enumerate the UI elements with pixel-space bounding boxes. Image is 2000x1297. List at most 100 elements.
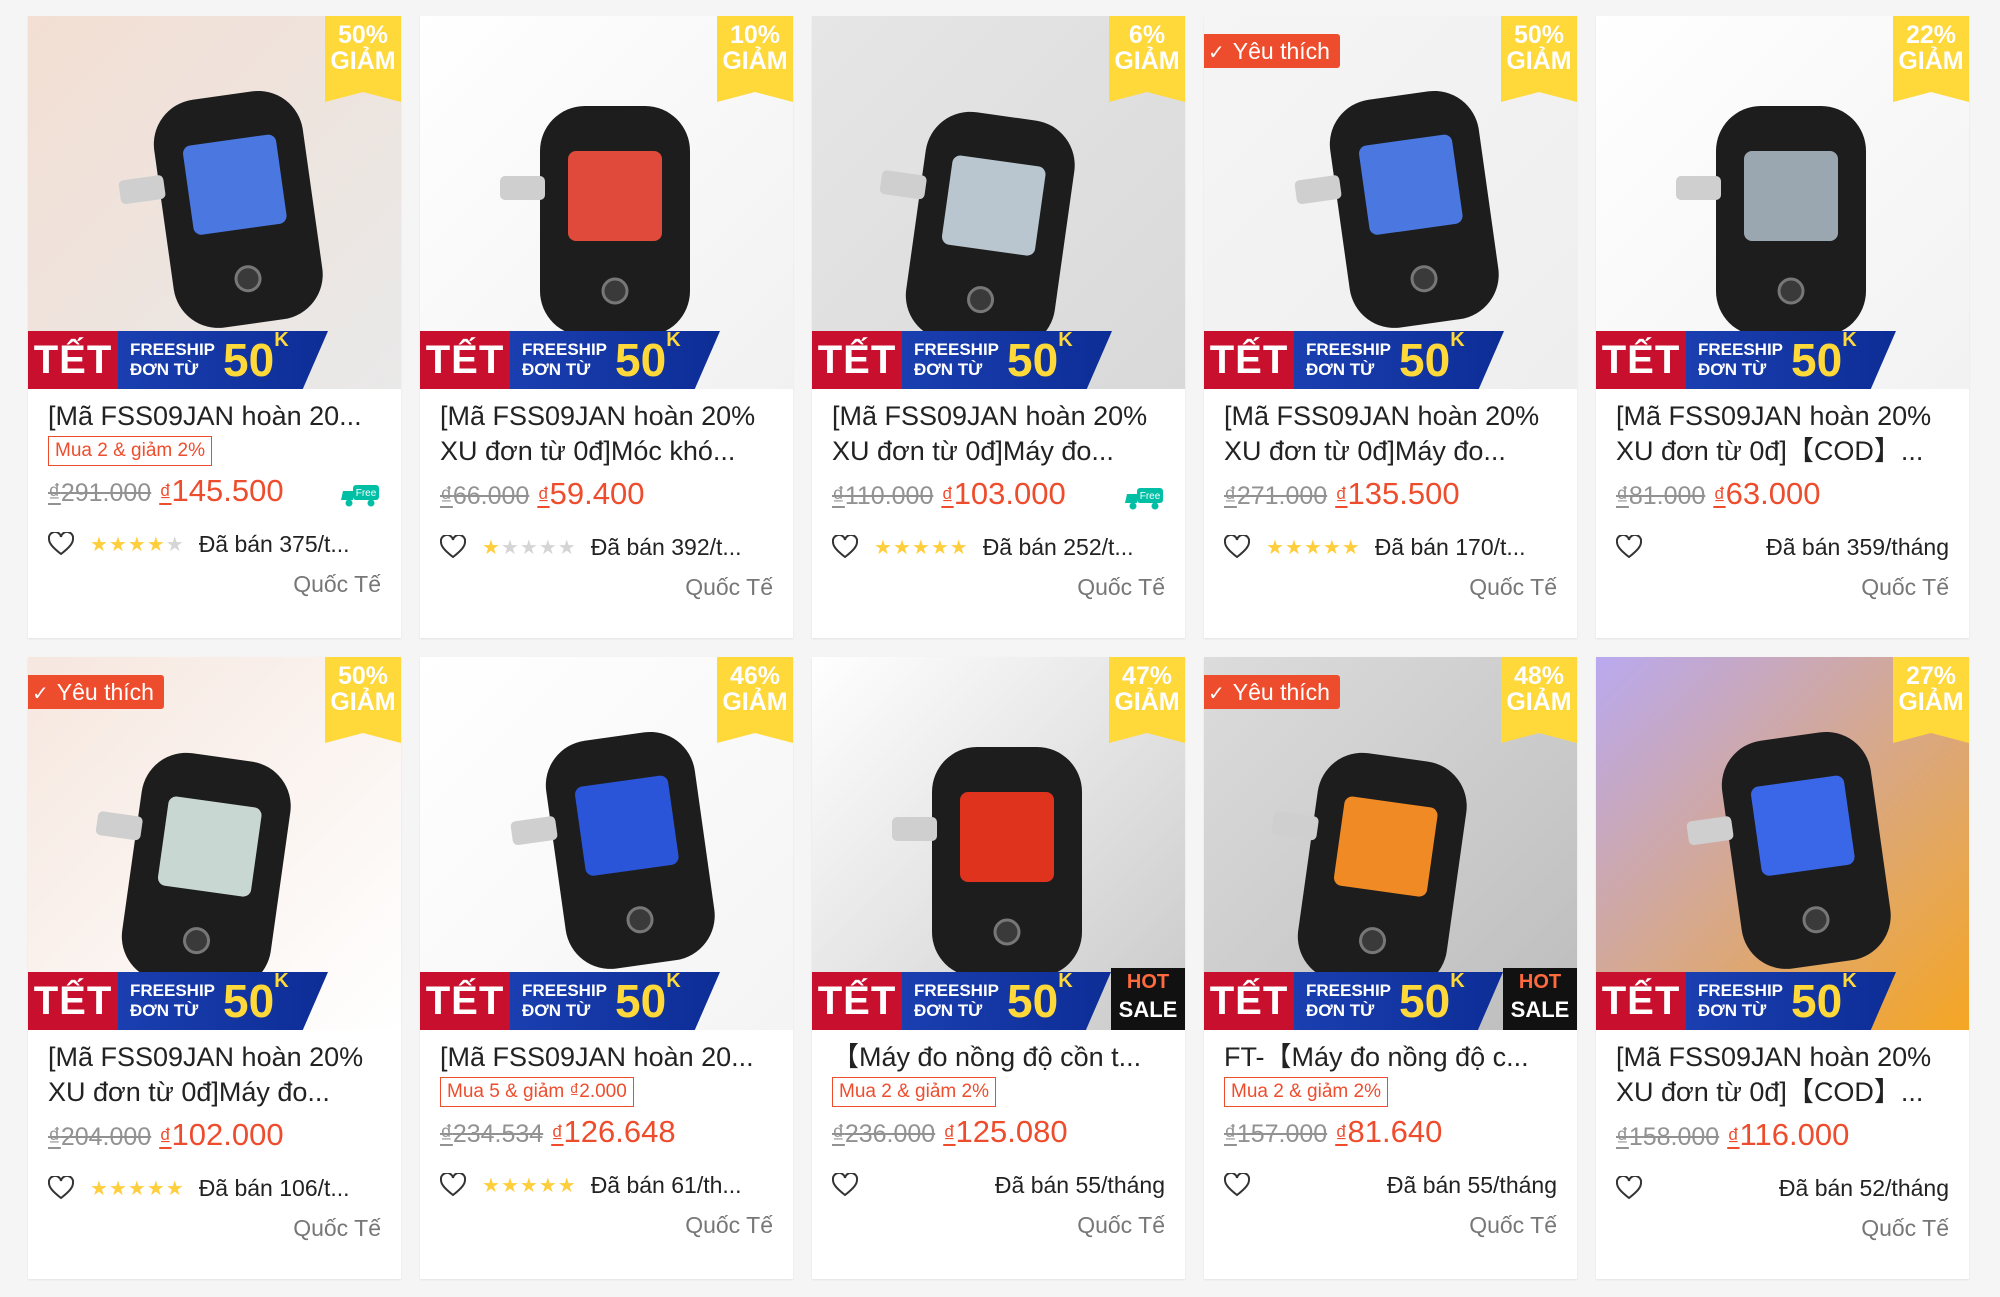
favorite-badge: ✓ Yêu thích <box>1204 34 1340 68</box>
freeship-line1: FREESHIP <box>522 981 608 1000</box>
rating-stars: ★ ★ ★ ★ ★ <box>90 1176 185 1201</box>
discount-badge: 46% GIẢM <box>717 657 793 743</box>
star-icon: ★ <box>930 536 949 559</box>
star-icon: ★ <box>538 1174 557 1197</box>
product-title[interactable]: [Mã FSS09JAN hoàn 20% XU đơn từ 0đ]Móc k… <box>440 399 773 469</box>
sale-price: ₫103.000 <box>941 476 1066 511</box>
discount-label: GIẢM <box>330 688 396 717</box>
product-card-9[interactable]: ✓ Yêu thích 48% GIẢM TẾT FREESHIP ĐƠN TỪ … <box>1204 657 1577 1279</box>
freeship-line2: ĐƠN TỪ <box>914 1001 983 1020</box>
product-title[interactable]: [Mã FSS09JAN hoàn 20% XU đơn từ 0đ]【COD】… <box>1616 1040 1949 1110</box>
product-title[interactable]: FT-【Máy đo nồng độ c... <box>1224 1040 1557 1075</box>
product-card-5[interactable]: 22% GIẢM TẾT FREESHIP ĐƠN TỪ 50K [Mã FSS… <box>1596 16 1969 638</box>
tet-freeship-banner: TẾT FREESHIP ĐƠN TỪ 50K <box>1596 972 1896 1030</box>
shipping-origin: Quốc Tế <box>293 571 381 597</box>
star-icon: ★ <box>1341 536 1360 559</box>
product-title[interactable]: [Mã FSS09JAN hoàn 20% XU đơn từ 0đ]Máy đ… <box>1224 399 1557 469</box>
original-price: ₫271.000 <box>1224 482 1328 510</box>
shipping-origin: Quốc Tế <box>685 1212 773 1238</box>
freeship-line2: ĐƠN TỪ <box>1306 1001 1375 1020</box>
freeship-line2: ĐƠN TỪ <box>1698 1001 1767 1020</box>
meta-row: Đã bán 55/tháng <box>1224 1168 1557 1202</box>
heart-icon[interactable] <box>440 535 466 559</box>
check-icon: ✓ <box>1208 42 1225 64</box>
freeship-amount: 50 <box>1007 975 1059 1027</box>
product-image[interactable]: 10% GIẢM TẾT FREESHIP ĐƠN TỪ 50K <box>420 16 793 389</box>
product-image[interactable]: 46% GIẢM TẾT FREESHIP ĐƠN TỪ 50K <box>420 657 793 1030</box>
freeship-amount: 50 <box>615 975 667 1027</box>
sale-price: ₫126.648 <box>551 1114 676 1149</box>
product-card-4[interactable]: ✓ Yêu thích 50% GIẢM TẾT FREESHIP ĐƠN TỪ … <box>1204 16 1577 638</box>
free-shipping-truck-icon: Free <box>1125 485 1165 511</box>
product-card-8[interactable]: 47% GIẢM TẾT FREESHIP ĐƠN TỪ 50K HOT SAL… <box>812 657 1185 1279</box>
product-title[interactable]: [Mã FSS09JAN hoàn 20... <box>48 399 381 434</box>
tet-freeship-banner: TẾT FREESHIP ĐƠN TỪ 50K <box>28 972 328 1030</box>
discount-badge: 50% GIẢM <box>325 16 401 102</box>
heart-icon[interactable] <box>832 1173 858 1197</box>
product-title[interactable]: [Mã FSS09JAN hoàn 20% XU đơn từ 0đ]Máy đ… <box>832 399 1165 469</box>
product-image[interactable]: ✓ Yêu thích 48% GIẢM TẾT FREESHIP ĐƠN TỪ … <box>1204 657 1577 1030</box>
freeship-line1: FREESHIP <box>130 340 216 359</box>
tet-freeship-banner: TẾT FREESHIP ĐƠN TỪ 50K <box>420 972 720 1030</box>
heart-icon[interactable] <box>48 532 74 556</box>
price-row: ₫81.000 ₫63.000 <box>1616 476 1949 520</box>
tet-label: TẾT <box>1596 331 1686 389</box>
product-image[interactable]: ✓ Yêu thích 50% GIẢM TẾT FREESHIP ĐƠN TỪ … <box>28 657 401 1030</box>
sold-count: Đã bán 252/t... <box>982 533 1134 560</box>
product-image[interactable]: 50% GIẢM TẾT FREESHIP ĐƠN TỪ 50K <box>28 16 401 389</box>
rating-stars: ★ ★ ★ ★ ★ <box>1266 535 1361 560</box>
check-icon: ✓ <box>32 683 49 705</box>
product-card-6[interactable]: ✓ Yêu thích 50% GIẢM TẾT FREESHIP ĐƠN TỪ … <box>28 657 401 1279</box>
product-image[interactable]: ✓ Yêu thích 50% GIẢM TẾT FREESHIP ĐƠN TỪ … <box>1204 16 1577 389</box>
heart-icon[interactable] <box>440 1173 466 1197</box>
freeship-unit: K <box>1842 328 1857 351</box>
freeship-line1: FREESHIP <box>1698 981 1784 1000</box>
freeship-banner: FREESHIP ĐƠN TỪ 50K <box>902 972 1111 1030</box>
product-card-2[interactable]: 10% GIẢM TẾT FREESHIP ĐƠN TỪ 50K [Mã FSS… <box>420 16 793 638</box>
heart-icon[interactable] <box>48 1176 74 1200</box>
discount-label: GIẢM <box>722 688 788 717</box>
discount-label: GIẢM <box>1114 47 1180 76</box>
tet-label: TẾT <box>420 331 510 389</box>
sale-label: SALE <box>1510 997 1570 1022</box>
product-title[interactable]: [Mã FSS09JAN hoàn 20... <box>440 1040 773 1075</box>
product-card-3[interactable]: 6% GIẢM TẾT FREESHIP ĐƠN TỪ 50K [Mã FSS0… <box>812 16 1185 638</box>
shipping-origin: Quốc Tế <box>1077 1212 1165 1238</box>
product-card-10[interactable]: 27% GIẢM TẾT FREESHIP ĐƠN TỪ 50K [Mã FSS… <box>1596 657 1969 1279</box>
product-image[interactable]: 47% GIẢM TẾT FREESHIP ĐƠN TỪ 50K HOT SAL… <box>812 657 1185 1030</box>
rating-stars: ★ ★ ★ ★ ★ <box>482 535 577 560</box>
star-icon: ★ <box>500 536 519 559</box>
meta-row: ★ ★ ★ ★ ★ Đã bán 106/t... <box>48 1171 381 1205</box>
discount-label: GIẢM <box>1114 688 1180 717</box>
freeship-amount: 50 <box>1399 975 1451 1027</box>
discount-percent: 46% <box>729 662 781 690</box>
heart-icon[interactable] <box>1616 1176 1642 1200</box>
product-title[interactable]: [Mã FSS09JAN hoàn 20% XU đơn từ 0đ]Máy đ… <box>48 1040 381 1110</box>
discount-percent: 27% <box>1905 662 1957 690</box>
heart-icon[interactable] <box>832 535 858 559</box>
discount-badge: 6% GIẢM <box>1109 16 1185 102</box>
shipping-origin: Quốc Tế <box>1861 574 1949 600</box>
product-image[interactable]: 27% GIẢM TẾT FREESHIP ĐƠN TỪ 50K <box>1596 657 1969 1030</box>
tet-freeship-banner: TẾT FREESHIP ĐƠN TỪ 50K <box>1204 331 1504 389</box>
heart-icon[interactable] <box>1224 535 1250 559</box>
freeship-line1: FREESHIP <box>1306 340 1392 359</box>
original-price: ₫204.000 <box>48 1123 152 1151</box>
sale-price: ₫63.000 <box>1713 476 1821 511</box>
discount-label: GIẢM <box>330 47 396 76</box>
product-card-7[interactable]: 46% GIẢM TẾT FREESHIP ĐƠN TỪ 50K [Mã FSS… <box>420 657 793 1279</box>
product-image[interactable]: 22% GIẢM TẾT FREESHIP ĐƠN TỪ 50K <box>1596 16 1969 389</box>
freeship-line2: ĐƠN TỪ <box>522 360 591 379</box>
heart-icon[interactable] <box>1224 1173 1250 1197</box>
heart-icon[interactable] <box>1616 535 1642 559</box>
meta-row: ★ ★ ★ ★ ★ Đã bán 61/th... <box>440 1168 773 1202</box>
product-title[interactable]: 【Máy đo nồng độ cồn t... <box>832 1040 1165 1075</box>
star-icon: ★ <box>874 536 892 559</box>
discount-percent: 50% <box>1513 21 1565 49</box>
product-image[interactable]: 6% GIẢM TẾT FREESHIP ĐƠN TỪ 50K <box>812 16 1185 389</box>
product-card-1[interactable]: 50% GIẢM TẾT FREESHIP ĐƠN TỪ 50K [Mã FSS… <box>28 16 401 638</box>
product-grid: 50% GIẢM TẾT FREESHIP ĐƠN TỪ 50K [Mã FSS… <box>28 16 1969 1279</box>
freeship-amount: 50 <box>223 334 275 386</box>
price-row: ₫271.000 ₫135.500 <box>1224 476 1557 520</box>
product-title[interactable]: [Mã FSS09JAN hoàn 20% XU đơn từ 0đ]【COD】… <box>1616 399 1949 469</box>
